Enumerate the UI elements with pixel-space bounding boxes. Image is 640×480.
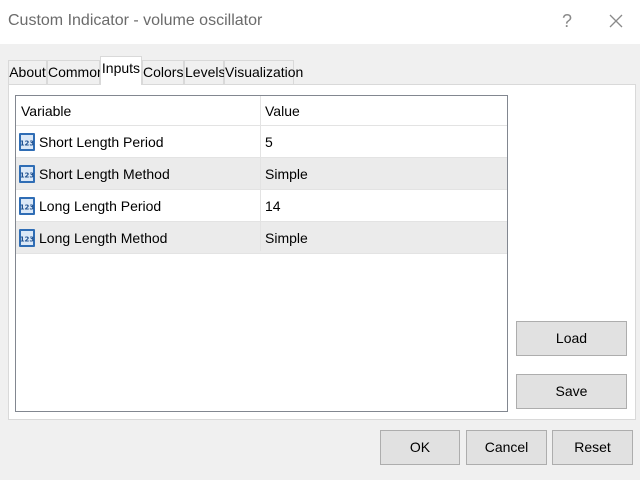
- value-cell[interactable]: Simple: [265, 166, 308, 182]
- save-button[interactable]: Save: [516, 374, 627, 409]
- tab-visualization[interactable]: Visualization: [224, 60, 303, 84]
- table-row[interactable]: 123 Long Length Period 14: [16, 190, 507, 222]
- variable-cell: Long Length Period: [39, 198, 162, 214]
- tab-about[interactable]: About: [8, 60, 47, 84]
- svg-text:123: 123: [20, 140, 35, 148]
- inputs-grid[interactable]: Variable Value 123 Short Length Period 5…: [15, 95, 508, 412]
- table-row[interactable]: 123 Short Length Period 5: [16, 126, 507, 158]
- window-title: Custom Indicator - volume oscillator: [8, 12, 263, 29]
- close-icon: [609, 14, 623, 28]
- load-button[interactable]: Load: [516, 321, 627, 356]
- ok-button[interactable]: OK: [380, 430, 460, 465]
- header-variable[interactable]: Variable: [21, 103, 71, 119]
- header-value[interactable]: Value: [265, 103, 300, 119]
- numeric-123-icon: 123: [19, 133, 35, 151]
- numeric-123-icon: 123: [19, 197, 35, 215]
- value-cell[interactable]: Simple: [265, 230, 308, 246]
- close-button[interactable]: [598, 6, 634, 36]
- tab-colors[interactable]: Colors: [142, 60, 184, 84]
- tab-inputs[interactable]: Inputs: [100, 56, 142, 85]
- table-row[interactable]: 123 Short Length Method Simple: [16, 158, 507, 190]
- variable-cell: Short Length Method: [39, 166, 170, 182]
- help-icon: ?: [561, 11, 572, 31]
- help-button[interactable]: ?: [552, 6, 582, 36]
- cancel-button[interactable]: Cancel: [466, 430, 547, 465]
- column-separator: [260, 96, 261, 251]
- numeric-123-icon: 123: [19, 229, 35, 247]
- svg-text:123: 123: [20, 172, 35, 180]
- tab-common[interactable]: Common: [47, 60, 105, 84]
- grid-header: Variable Value: [16, 96, 507, 126]
- svg-text:123: 123: [20, 236, 35, 244]
- reset-button[interactable]: Reset: [552, 430, 633, 465]
- tab-levels[interactable]: Levels: [184, 60, 225, 84]
- numeric-123-icon: 123: [19, 165, 35, 183]
- value-cell[interactable]: 5: [265, 134, 273, 150]
- svg-text:123: 123: [20, 204, 35, 212]
- variable-cell: Short Length Period: [39, 134, 164, 150]
- value-cell[interactable]: 14: [265, 198, 281, 214]
- variable-cell: Long Length Method: [39, 230, 168, 246]
- title-bar: Custom Indicator - volume oscillator ?: [0, 0, 640, 44]
- table-row[interactable]: 123 Long Length Method Simple: [16, 222, 507, 254]
